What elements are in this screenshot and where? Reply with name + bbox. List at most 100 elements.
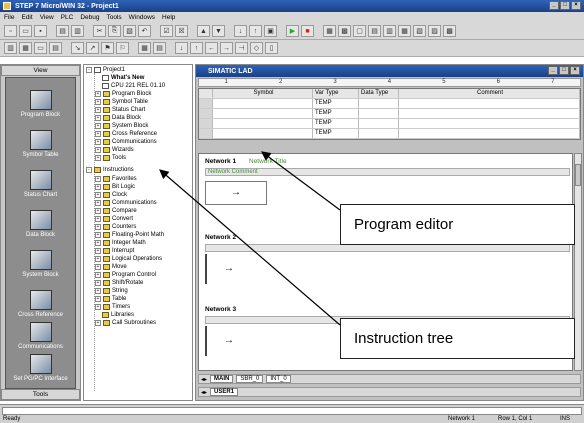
line-up-icon[interactable]: ↑ — [190, 42, 203, 54]
editor-maximize-button[interactable]: □ — [559, 66, 569, 75]
tree-item-timers[interactable]: + Timers — [95, 303, 130, 311]
tree-item-tools[interactable]: + Tools — [95, 154, 126, 162]
symbol-addressing-icon[interactable]: ▤ — [49, 42, 62, 54]
menu-plc[interactable]: PLC — [61, 14, 74, 21]
tree-item-interrupt[interactable]: + Interrupt — [95, 247, 134, 255]
tree-toggle-icon[interactable]: ▦ — [19, 42, 32, 54]
var-table-row[interactable]: TEMP — [199, 129, 580, 139]
menu-edit[interactable]: Edit — [21, 14, 32, 21]
tab-sbr-0[interactable]: SBR_0 — [236, 375, 264, 383]
nav-set-pgpc-interface[interactable]: Set PG/PC Interface — [6, 354, 75, 382]
sort-asc-icon[interactable]: ↓ — [234, 25, 247, 37]
tree-item-call-subroutines[interactable]: + Call Subroutines — [95, 319, 156, 327]
menu-view[interactable]: View — [40, 14, 54, 21]
coil-icon[interactable]: ◇ — [250, 42, 263, 54]
box-icon[interactable]: ▯ — [265, 42, 278, 54]
network-2-title[interactable]: Network 2 — [205, 234, 236, 241]
tab-user1[interactable]: USER1 — [210, 388, 239, 396]
copy-icon[interactable]: ⎘ — [108, 25, 121, 37]
tree-item-favorites[interactable]: + Favorites — [95, 175, 137, 183]
tree-item-shift-rotate[interactable]: + Shift/Rotate — [95, 279, 143, 287]
network-1-title-label[interactable]: Network Title — [249, 158, 287, 165]
tree-item-move[interactable]: + Move — [95, 263, 127, 271]
tree-item-instructions[interactable]: - Instructions — [86, 166, 134, 174]
minimize-button[interactable]: _ — [549, 1, 559, 10]
tab-nav-icon[interactable]: ◂▸ — [201, 389, 207, 396]
editor-vertical-scrollbar[interactable] — [574, 153, 582, 371]
tree-item-instr-communications[interactable]: + Communications — [95, 199, 157, 207]
tab-int-0[interactable]: INT_0 — [266, 375, 291, 383]
chart-status-icon[interactable]: ▩ — [338, 25, 351, 37]
line-left-icon[interactable]: ← — [205, 42, 218, 54]
new-icon[interactable]: ▫ — [4, 25, 17, 37]
tree-item-bit-logic[interactable]: + Bit Logic — [95, 183, 135, 191]
output-window-icon[interactable]: ▭ — [34, 42, 47, 54]
read-all-forced-icon[interactable]: ▨ — [428, 25, 441, 37]
editor-minimize-button[interactable]: _ — [548, 66, 558, 75]
close-button[interactable]: × — [571, 1, 581, 10]
menu-debug[interactable]: Debug — [80, 14, 99, 21]
tree-item-table[interactable]: + Table — [95, 295, 126, 303]
bookmark-icon[interactable]: ⚑ — [101, 42, 114, 54]
tree-item-cross-reference[interactable]: + Cross Reference — [95, 130, 157, 138]
tree-item-program-control[interactable]: + Program Control — [95, 271, 156, 279]
line-down-icon[interactable]: ↓ — [175, 42, 188, 54]
network-1-rung[interactable]: → — [205, 181, 267, 205]
tree-item-counters[interactable]: + Counters — [95, 223, 136, 231]
nav-data-block[interactable]: Data Block — [6, 210, 75, 238]
network-3-title[interactable]: Network 3 — [205, 306, 236, 313]
tree-item-integer-math[interactable]: + Integer Math — [95, 239, 146, 247]
menu-help[interactable]: Help — [162, 14, 175, 21]
print-preview-icon[interactable]: ▥ — [71, 25, 84, 37]
tree-item-communications[interactable]: + Communications — [95, 138, 157, 146]
scroll-thumb[interactable] — [575, 164, 581, 186]
navbar-header[interactable]: View — [1, 65, 80, 76]
network-insert-icon[interactable]: ↘ — [71, 42, 84, 54]
unforce-icon[interactable]: ▦ — [398, 25, 411, 37]
print-icon[interactable]: ▤ — [56, 25, 69, 37]
nav-system-block[interactable]: System Block — [6, 250, 75, 278]
tree-item-whats-new[interactable]: What's New — [102, 74, 144, 82]
tree-item-program-block[interactable]: + Program Block — [95, 90, 151, 98]
menu-file[interactable]: File — [4, 14, 14, 21]
open-icon[interactable]: ▭ — [19, 25, 32, 37]
maximize-button[interactable]: □ — [560, 1, 570, 10]
var-table-row[interactable]: TEMP — [199, 99, 580, 109]
options-icon[interactable]: ▣ — [264, 25, 277, 37]
nav-status-chart[interactable]: Status Chart — [6, 170, 75, 198]
stop-icon[interactable]: ■ — [301, 25, 314, 37]
ladder-view-icon[interactable]: ▦ — [138, 42, 151, 54]
tree-item-logical-operations[interactable]: + Logical Operations — [95, 255, 162, 263]
tree-item-symbol-table[interactable]: + Symbol Table — [95, 98, 148, 106]
compile-icon[interactable]: ☑ — [160, 25, 173, 37]
var-table-row[interactable]: TEMP — [199, 109, 580, 119]
navbar-footer[interactable]: Tools — [1, 389, 80, 400]
tree-item-libraries[interactable]: Libraries — [102, 311, 134, 319]
line-right-icon[interactable]: → — [220, 42, 233, 54]
network-1-comment[interactable]: Network Comment — [205, 168, 570, 176]
write-all-icon[interactable]: ▤ — [368, 25, 381, 37]
nav-program-block[interactable]: Program Block — [6, 90, 75, 118]
tree-item-cpu[interactable]: CPU 221 REL 01.10 — [102, 82, 165, 90]
tab-main[interactable]: MAIN — [210, 375, 234, 383]
program-status-icon[interactable]: ▦ — [323, 25, 336, 37]
undo-icon[interactable]: ↶ — [138, 25, 151, 37]
force-icon[interactable]: ▥ — [383, 25, 396, 37]
menu-windows[interactable]: Windows — [129, 14, 155, 21]
tree-item-system-block[interactable]: + System Block — [95, 122, 148, 130]
compile-all-icon[interactable]: ☒ — [175, 25, 188, 37]
tree-item-compare[interactable]: + Compare — [95, 207, 137, 215]
download-icon[interactable]: ▼ — [212, 25, 225, 37]
stl-view-icon[interactable]: ▤ — [153, 42, 166, 54]
sort-desc-icon[interactable]: ↑ — [249, 25, 262, 37]
menu-tools[interactable]: Tools — [106, 14, 121, 21]
tree-item-data-block[interactable]: + Data Block — [95, 114, 141, 122]
upload-icon[interactable]: ▲ — [197, 25, 210, 37]
nav-symbol-table[interactable]: Symbol Table — [6, 130, 75, 158]
nav-cross-reference[interactable]: Cross Reference — [6, 290, 75, 318]
var-table-row[interactable]: TEMP — [199, 119, 580, 129]
trend-icon[interactable]: ▩ — [443, 25, 456, 37]
nav-communications[interactable]: Communications — [6, 322, 75, 350]
navbar-toggle-icon[interactable]: ▥ — [4, 42, 17, 54]
tree-item-convert[interactable]: + Convert — [95, 215, 133, 223]
